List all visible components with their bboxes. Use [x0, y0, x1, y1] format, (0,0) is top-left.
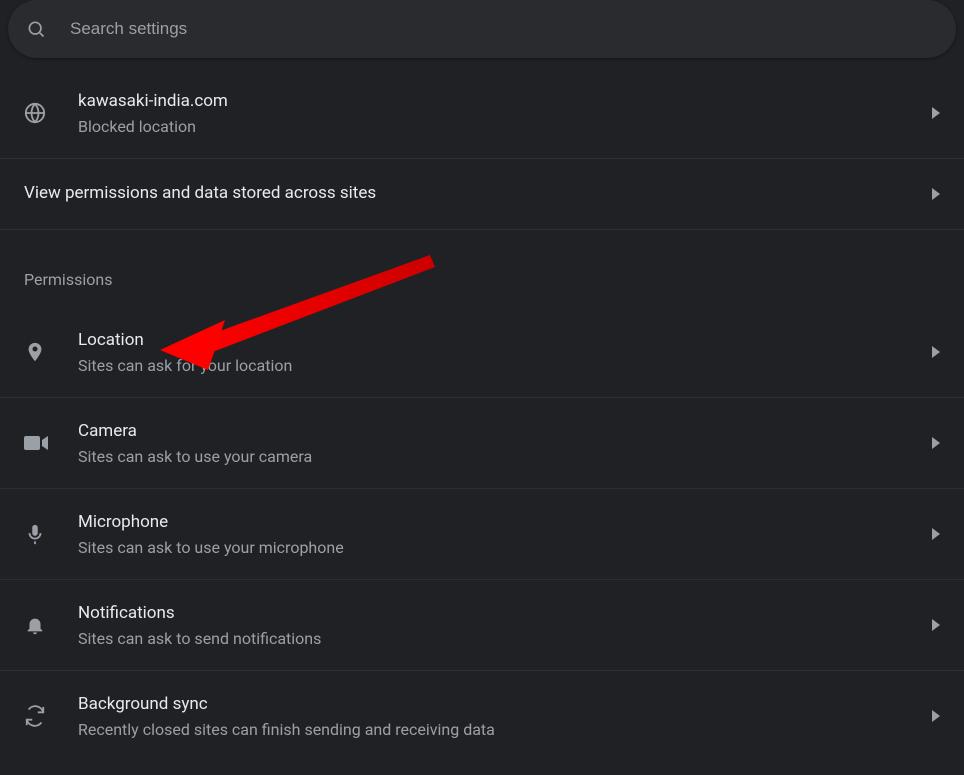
camera-icon — [24, 435, 78, 451]
permission-title: Location — [78, 329, 932, 353]
permission-subtitle: Sites can ask to use your microphone — [78, 538, 932, 557]
permission-subtitle: Sites can ask to use your camera — [78, 447, 932, 466]
chevron-right-icon — [932, 619, 940, 631]
view-all-sites-row[interactable]: View permissions and data stored across … — [0, 159, 964, 230]
chevron-right-icon — [932, 710, 940, 722]
recent-site-status: Blocked location — [78, 117, 932, 136]
permissions-heading: Permissions — [0, 230, 964, 307]
permission-microphone-row[interactable]: Microphone Sites can ask to use your mic… — [0, 489, 964, 580]
search-bar[interactable] — [8, 0, 956, 58]
permission-title: Background sync — [78, 693, 932, 717]
bell-icon — [24, 614, 78, 636]
recent-activity-row[interactable]: kawasaki-india.com Blocked location — [0, 68, 964, 159]
chevron-right-icon — [932, 346, 940, 358]
permission-location-row[interactable]: Location Sites can ask for your location — [0, 307, 964, 398]
permission-subtitle: Sites can ask to send notifications — [78, 629, 932, 648]
search-input[interactable] — [68, 18, 938, 40]
permission-camera-row[interactable]: Camera Sites can ask to use your camera — [0, 398, 964, 489]
recent-site-title: kawasaki-india.com — [78, 90, 932, 114]
chevron-right-icon — [932, 107, 940, 119]
chevron-right-icon — [932, 437, 940, 449]
permission-subtitle: Recently closed sites can finish sending… — [78, 720, 932, 739]
search-icon — [26, 19, 46, 39]
microphone-icon — [24, 523, 78, 545]
chevron-right-icon — [932, 528, 940, 540]
permission-notifications-row[interactable]: Notifications Sites can ask to send noti… — [0, 580, 964, 671]
permission-title: Camera — [78, 420, 932, 444]
sync-icon — [24, 705, 78, 727]
view-all-sites-label: View permissions and data stored across … — [24, 182, 932, 206]
permission-background-sync-row[interactable]: Background sync Recently closed sites ca… — [0, 671, 964, 761]
permission-title: Microphone — [78, 511, 932, 535]
chevron-right-icon — [932, 188, 940, 200]
permission-subtitle: Sites can ask for your location — [78, 356, 932, 375]
location-icon — [24, 341, 78, 363]
permission-title: Notifications — [78, 602, 932, 626]
globe-icon — [24, 102, 78, 124]
